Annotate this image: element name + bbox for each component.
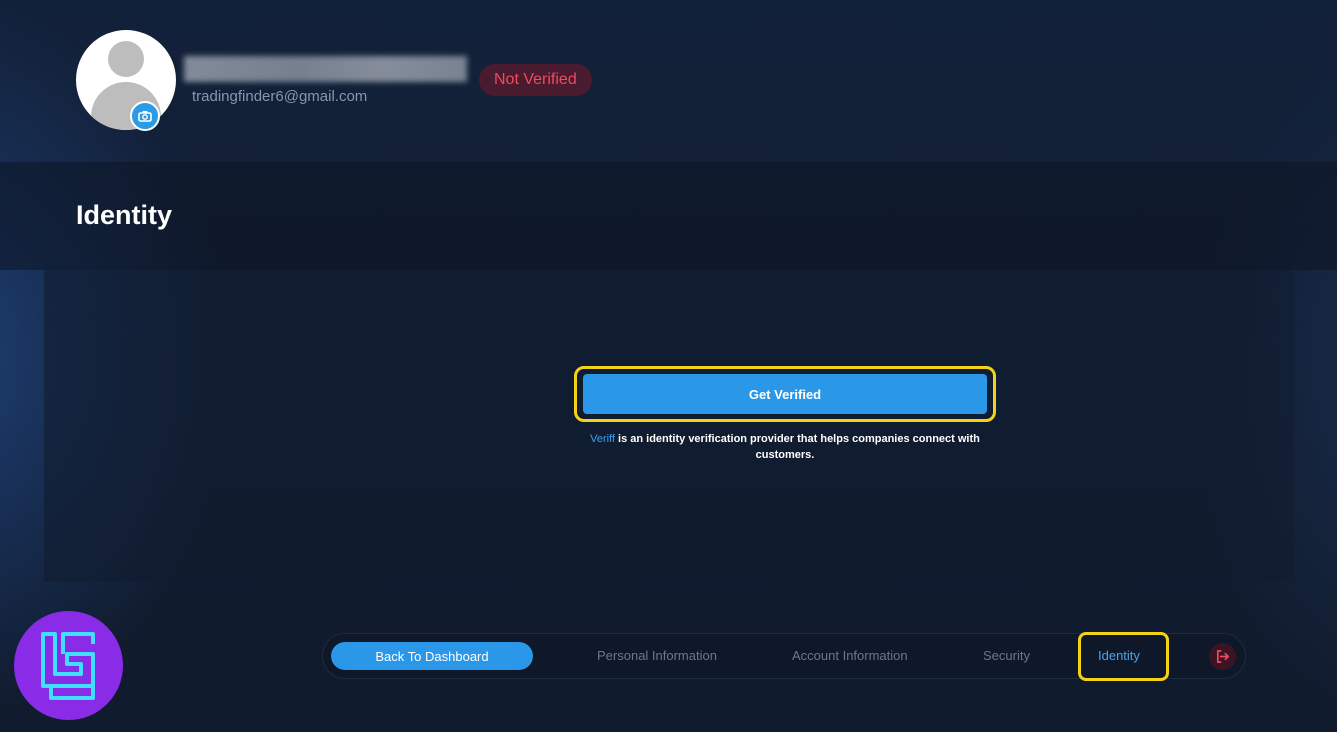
title-band: [0, 162, 1337, 270]
brand-logo-icon: [14, 611, 123, 720]
account-page: tradingfinder6@gmail.com Not Verified Id…: [0, 0, 1337, 732]
identity-content-panel: [44, 270, 1294, 582]
user-silhouette-icon: [108, 41, 144, 77]
identity-nav-highlight: [1078, 632, 1169, 681]
back-to-dashboard-button[interactable]: Back To Dashboard: [331, 642, 533, 670]
nav-account-information[interactable]: Account Information: [792, 648, 908, 663]
veriff-info-description: is an identity verification provider tha…: [614, 433, 980, 461]
page-title: Identity: [76, 200, 173, 230]
get-verified-button[interactable]: Get Verified: [583, 374, 987, 414]
veriff-link[interactable]: Veriff: [590, 433, 615, 445]
user-name-redacted: [184, 56, 467, 82]
avatar[interactable]: [76, 30, 176, 130]
profile-header: tradingfinder6@gmail.com Not Verified: [0, 0, 1337, 162]
nav-security[interactable]: Security: [983, 648, 1030, 663]
camera-icon[interactable]: [130, 101, 160, 131]
logout-icon[interactable]: [1209, 643, 1236, 670]
nav-personal-information[interactable]: Personal Information: [597, 648, 717, 663]
status-badge: Not Verified: [479, 64, 592, 96]
veriff-info-text: Veriff is an identity verification provi…: [575, 431, 995, 463]
user-email: tradingfinder6@gmail.com: [192, 88, 368, 105]
